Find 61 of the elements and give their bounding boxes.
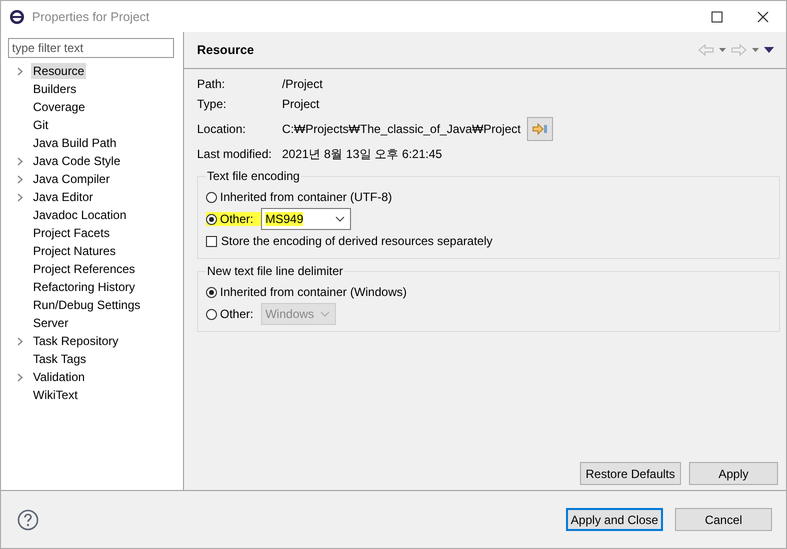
- tree-item[interactable]: Project Facets: [31, 225, 112, 241]
- tree-item[interactable]: Java Code Style: [31, 153, 122, 169]
- field-value: 2021년 8월 13일 오후 6:21:45: [282, 146, 442, 162]
- tree-item[interactable]: Server: [31, 315, 70, 331]
- tree-item[interactable]: Git: [31, 117, 50, 133]
- chevron-icon[interactable]: [17, 336, 23, 346]
- page-title: Resource: [197, 43, 254, 57]
- tree-item[interactable]: Java Build Path: [31, 135, 118, 151]
- option-label: Other:: [220, 212, 254, 226]
- chevron-icon[interactable]: [17, 66, 23, 76]
- field-value: C:₩Projects₩The_classic_of_Java₩Project: [282, 122, 521, 136]
- group-title: Text file encoding: [206, 169, 301, 183]
- group-title: New text file line delimiter: [206, 264, 344, 278]
- field-label: Last modified:: [197, 147, 273, 161]
- tree-item[interactable]: Refactoring History: [31, 279, 138, 295]
- maximize-icon[interactable]: [711, 10, 723, 22]
- tree-item[interactable]: Run/Debug Settings: [31, 297, 142, 313]
- radio-button[interactable]: [206, 286, 217, 298]
- option-label: Other:: [220, 307, 254, 321]
- tree-item[interactable]: Task Repository: [31, 333, 120, 349]
- checkbox-label: Store the encoding of derived resources separately: [221, 234, 492, 248]
- tree-item[interactable]: Project Natures: [31, 243, 118, 259]
- tree-item[interactable]: Project References: [31, 261, 138, 277]
- field-value: /Project: [282, 77, 323, 91]
- tree-item[interactable]: Javadoc Location: [31, 207, 128, 223]
- tree-item[interactable]: Builders: [31, 81, 78, 97]
- arrow-icon: [532, 123, 548, 135]
- checkbox[interactable]: [206, 236, 217, 246]
- caret-icon: [320, 311, 330, 317]
- chevron-icon[interactable]: [17, 372, 23, 382]
- close-icon[interactable]: [757, 10, 769, 22]
- menu-icon[interactable]: [764, 47, 774, 53]
- app-icon: [9, 8, 25, 24]
- radio-button[interactable]: [206, 192, 217, 202]
- radio-button[interactable]: [206, 214, 217, 224]
- field-label: Path:: [197, 77, 226, 91]
- radio-option[interactable]: Other:: [206, 307, 262, 321]
- tree-item[interactable]: WikiText: [31, 387, 80, 403]
- window-title: Properties for Project: [32, 10, 150, 24]
- filter-field[interactable]: type filter text: [8, 38, 174, 58]
- open-folder-button[interactable]: [526, 117, 553, 141]
- tree-item[interactable]: Task Tags: [31, 351, 88, 367]
- dropdown-icon[interactable]: [719, 48, 726, 52]
- page-button[interactable]: Restore Defaults: [580, 462, 681, 485]
- caret-icon: [335, 216, 346, 222]
- page-button[interactable]: Apply: [689, 462, 778, 485]
- field-label: Type:: [197, 97, 228, 111]
- help-icon[interactable]: [17, 508, 39, 530]
- dropdown-icon[interactable]: [752, 48, 759, 52]
- dialog-button[interactable]: Cancel: [675, 508, 772, 531]
- tree-item[interactable]: Java Editor: [31, 189, 96, 205]
- dialog-button[interactable]: Apply and Close: [566, 508, 663, 531]
- field-label: Location:: [197, 122, 247, 136]
- tree-item[interactable]: Coverage: [31, 99, 88, 115]
- tree-item[interactable]: Java Compiler: [31, 171, 112, 187]
- field-value: Project: [282, 97, 320, 111]
- radio-option[interactable]: Other:: [206, 212, 262, 226]
- tree-item[interactable]: Resource: [31, 63, 86, 79]
- encoding-dropdown[interactable]: MS949: [261, 208, 352, 230]
- tree-item[interactable]: Validation: [31, 369, 87, 385]
- radio-button[interactable]: [206, 308, 217, 320]
